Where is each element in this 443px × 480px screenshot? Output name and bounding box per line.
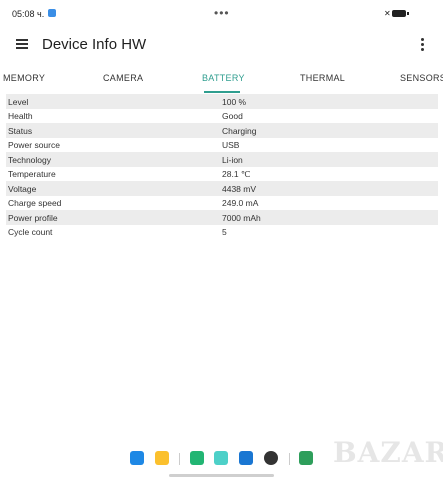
gallery-icon[interactable] xyxy=(214,451,228,465)
app-title: Device Info HW xyxy=(42,36,147,53)
row-key: Charge speed xyxy=(8,198,62,208)
row-value: 100 % xyxy=(222,96,247,107)
tab-memory[interactable]: MEMORY xyxy=(3,73,45,83)
more-options-icon[interactable] xyxy=(421,38,425,52)
files-icon[interactable] xyxy=(155,451,169,465)
app-drawer-icon[interactable] xyxy=(130,451,144,465)
dock-separator xyxy=(179,453,180,465)
camera-icon[interactable] xyxy=(264,451,278,465)
row-value: 249.0 mA xyxy=(222,198,259,208)
row-key: Level xyxy=(8,96,29,107)
row-key: Health xyxy=(8,111,33,121)
table-row: Health Good xyxy=(6,109,438,124)
table-row: Status Charging xyxy=(6,123,438,138)
tab-bar: MEMORY CAMERA BATTERY THERMAL SENSORS xyxy=(0,66,443,94)
hamburger-menu-icon[interactable] xyxy=(16,39,28,49)
active-tab-indicator xyxy=(204,91,240,93)
battery-icon xyxy=(392,10,406,17)
tab-sensors[interactable]: SENSORS xyxy=(400,73,443,83)
table-row: Voltage 4438 mV xyxy=(6,181,438,196)
row-key: Power source xyxy=(8,140,60,150)
row-value: Li-ion xyxy=(222,154,243,165)
dock xyxy=(0,451,443,473)
multitask-dots-icon[interactable]: ••• xyxy=(214,6,230,20)
app-bar: Device Info HW xyxy=(0,28,443,64)
browser-icon[interactable] xyxy=(239,451,253,465)
row-value: Charging xyxy=(222,125,257,136)
battery-info-table: Level 100 % Health Good Status Charging Pow… xyxy=(6,94,438,239)
table-row: Power source USB xyxy=(6,138,438,153)
table-row: Cycle count 5 xyxy=(6,225,438,240)
row-value: Good xyxy=(222,111,243,121)
device-info-app-icon[interactable] xyxy=(299,451,313,465)
tab-camera[interactable]: CAMERA xyxy=(103,73,143,83)
row-key: Temperature xyxy=(8,169,56,179)
row-key: Cycle count xyxy=(8,227,53,237)
table-row: Technology Li-ion xyxy=(6,152,438,167)
tab-thermal[interactable]: THERMAL xyxy=(300,73,345,83)
location-icon xyxy=(48,9,56,17)
dock-separator-2 xyxy=(289,453,290,465)
table-row: Level 100 % xyxy=(6,94,438,109)
row-value: USB xyxy=(222,140,240,150)
row-key: Technology xyxy=(8,154,52,165)
phone-icon[interactable] xyxy=(190,451,204,465)
tab-battery[interactable]: BATTERY xyxy=(202,73,245,83)
row-value: 4438 mV xyxy=(222,183,257,194)
row-key: Power profile xyxy=(8,212,58,223)
table-row: Power profile 7000 mAh xyxy=(6,210,438,225)
status-time: 05:08 ч. xyxy=(12,9,45,19)
battery-tip xyxy=(407,12,409,15)
home-indicator[interactable] xyxy=(169,474,274,477)
row-key: Voltage xyxy=(8,183,37,194)
table-row: Charge speed 249.0 mA xyxy=(6,196,438,211)
nfc-icon: ✕ xyxy=(384,9,391,18)
row-value: 7000 mAh xyxy=(222,212,261,223)
status-bar: 05:08 ч. ••• ✕ xyxy=(0,0,443,28)
row-value: 28.1 ℃ xyxy=(222,169,251,179)
row-value: 5 xyxy=(222,227,227,237)
table-row: Temperature 28.1 ℃ xyxy=(6,167,438,182)
row-key: Status xyxy=(8,125,33,136)
